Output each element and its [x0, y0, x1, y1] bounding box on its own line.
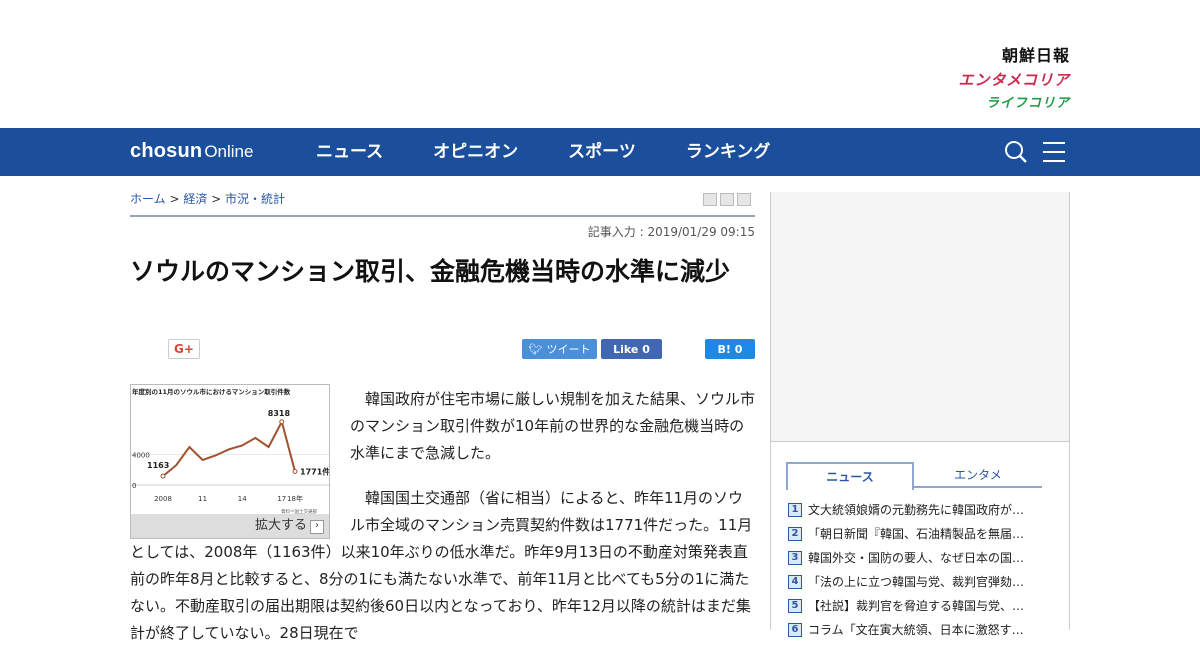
ranking-list: 1 文大統領娘婿の元勤務先に韓国政府が… 2 「朝日新聞『韓国、石油精製品を無届… … [788, 498, 1048, 642]
breadcrumb-section[interactable]: 経済 [183, 192, 207, 206]
data-label: 8318 [268, 409, 291, 418]
nav-item-opinion[interactable]: オピニオン [433, 128, 518, 176]
ranking-item[interactable]: 2 「朝日新聞『韓国、石油精製品を無届… [788, 522, 1048, 546]
nav-items: ニュース オピニオン スポーツ ランキング [316, 128, 820, 176]
tweet-button[interactable]: 🐦︎ ツイート [522, 339, 597, 359]
tab-news[interactable]: ニュース [786, 462, 914, 490]
text-size-icon[interactable] [720, 193, 734, 206]
brand-links: 朝鮮日報 エンタメコリア ライフコリア [930, 44, 1070, 116]
chart-title: 年度別の11月のソウル市におけるマンション取引件数 [132, 387, 291, 396]
gplus-button[interactable]: G+ [168, 339, 200, 359]
rank-number: 5 [788, 599, 802, 613]
article-title: ソウルのマンション取引、金融危機当時の水準に減少 [130, 257, 731, 286]
breadcrumb-subsection[interactable]: 市況・統計 [225, 192, 285, 206]
nav-item-news[interactable]: ニュース [316, 128, 383, 176]
rank-number: 2 [788, 527, 802, 541]
twitter-icon: 🐦︎ [528, 342, 543, 356]
data-label: 1771件 [300, 467, 329, 477]
data-point [292, 469, 298, 475]
y-tick-label: 0 [132, 482, 136, 490]
chosun-ilbo-link[interactable]: 朝鮮日報 [930, 44, 1070, 68]
sidebar-ranking: ニュース エンタメ 1 文大統領娘婿の元勤務先に韓国政府が… 2 「朝日新聞『韓国、… [770, 442, 1070, 637]
top-brand-area: 朝鮮日報 エンタメコリア ライフコリア [0, 0, 1200, 128]
hatena-bookmark-button[interactable]: B! 0 [705, 339, 755, 359]
x-tick-label: 2008 [154, 495, 172, 503]
ad-area [770, 192, 1070, 442]
data-point [279, 419, 285, 425]
sidebar-tabs: ニュース エンタメ [786, 462, 1042, 490]
header-rule [130, 215, 755, 217]
ranking-item[interactable]: 6 コラム「文在寅大統領、日本に激怒す… [788, 618, 1048, 642]
site-logo[interactable]: chosun Online [130, 140, 253, 163]
like-button[interactable]: Like 0 [601, 339, 662, 359]
x-tick-label: 17 [277, 495, 286, 503]
entame-korea-link[interactable]: エンタメコリア [930, 68, 1070, 92]
ranking-item[interactable]: 5 【社説】裁判官を脅迫する韓国与党、… [788, 594, 1048, 618]
ranking-item[interactable]: 4 「法の上に立つ韓国与党、裁判官弾劾… [788, 570, 1048, 594]
ranking-item[interactable]: 1 文大統領娘婿の元勤務先に韓国政府が… [788, 498, 1048, 522]
search-icon[interactable] [1004, 140, 1028, 164]
data-label: 1163 [147, 461, 169, 470]
rank-title: 「朝日新聞『韓国、石油精製品を無届… [808, 527, 1025, 541]
expand-button[interactable]: 拡大する [131, 514, 329, 538]
x-tick-label: 14 [238, 495, 247, 503]
x-tick-label: 18年 [287, 494, 303, 503]
breadcrumb-sep: > [165, 192, 184, 206]
series-line [162, 419, 296, 477]
rank-title: 文大統領娘婿の元勤務先に韓国政府が… [808, 503, 1025, 517]
article-figure[interactable]: 年度別の11月のソウル市におけるマンション取引件数 4000 0 2008 11 14 17… [130, 384, 330, 539]
breadcrumb: ホーム > 経済 > 市況・統計 [130, 190, 285, 207]
rank-title: コラム「文在寅大統領、日本に激怒す… [808, 623, 1024, 637]
article-timestamp: 記事入力 : 2019/01/29 09:15 [587, 225, 755, 239]
y-tick-label: 4000 [132, 452, 150, 460]
rank-title: 「法の上に立つ韓国与党、裁判官弾劾… [808, 575, 1025, 589]
nav-item-ranking[interactable]: ランキング [686, 128, 771, 176]
rank-number: 1 [788, 503, 802, 517]
breadcrumb-sep: > [207, 192, 226, 206]
ranking-item[interactable]: 3 韓国外交・国防の要人、なぜ日本の国… [788, 546, 1048, 570]
back-icon[interactable] [737, 193, 751, 206]
main-nav: chosun Online ニュース オピニオン スポーツ ランキング [0, 128, 1200, 176]
data-point [160, 473, 166, 479]
tab-entame[interactable]: エンタメ [914, 462, 1042, 488]
logo-light: Online [204, 142, 254, 161]
nav-icons [1004, 140, 1066, 164]
life-korea-link[interactable]: ライフコリア [930, 92, 1070, 116]
rank-number: 6 [788, 623, 802, 637]
menu-icon[interactable] [1042, 140, 1066, 164]
x-tick-label: 11 [198, 495, 207, 503]
rank-number: 4 [788, 575, 802, 589]
print-icon[interactable] [703, 193, 717, 206]
article-tools [703, 193, 751, 206]
rank-title: 韓国外交・国防の要人、なぜ日本の国… [808, 551, 1025, 565]
logo-bold: chosun [130, 140, 203, 162]
tweet-label: ツイート [546, 343, 591, 356]
line-chart: 年度別の11月のソウル市におけるマンション取引件数 4000 0 2008 11 14 17… [131, 387, 329, 515]
rank-title: 【社説】裁判官を脅迫する韓国与党、… [808, 599, 1025, 613]
breadcrumb-home[interactable]: ホーム [130, 192, 166, 206]
nav-item-sports[interactable]: スポーツ [568, 128, 636, 176]
rank-number: 3 [788, 551, 802, 565]
